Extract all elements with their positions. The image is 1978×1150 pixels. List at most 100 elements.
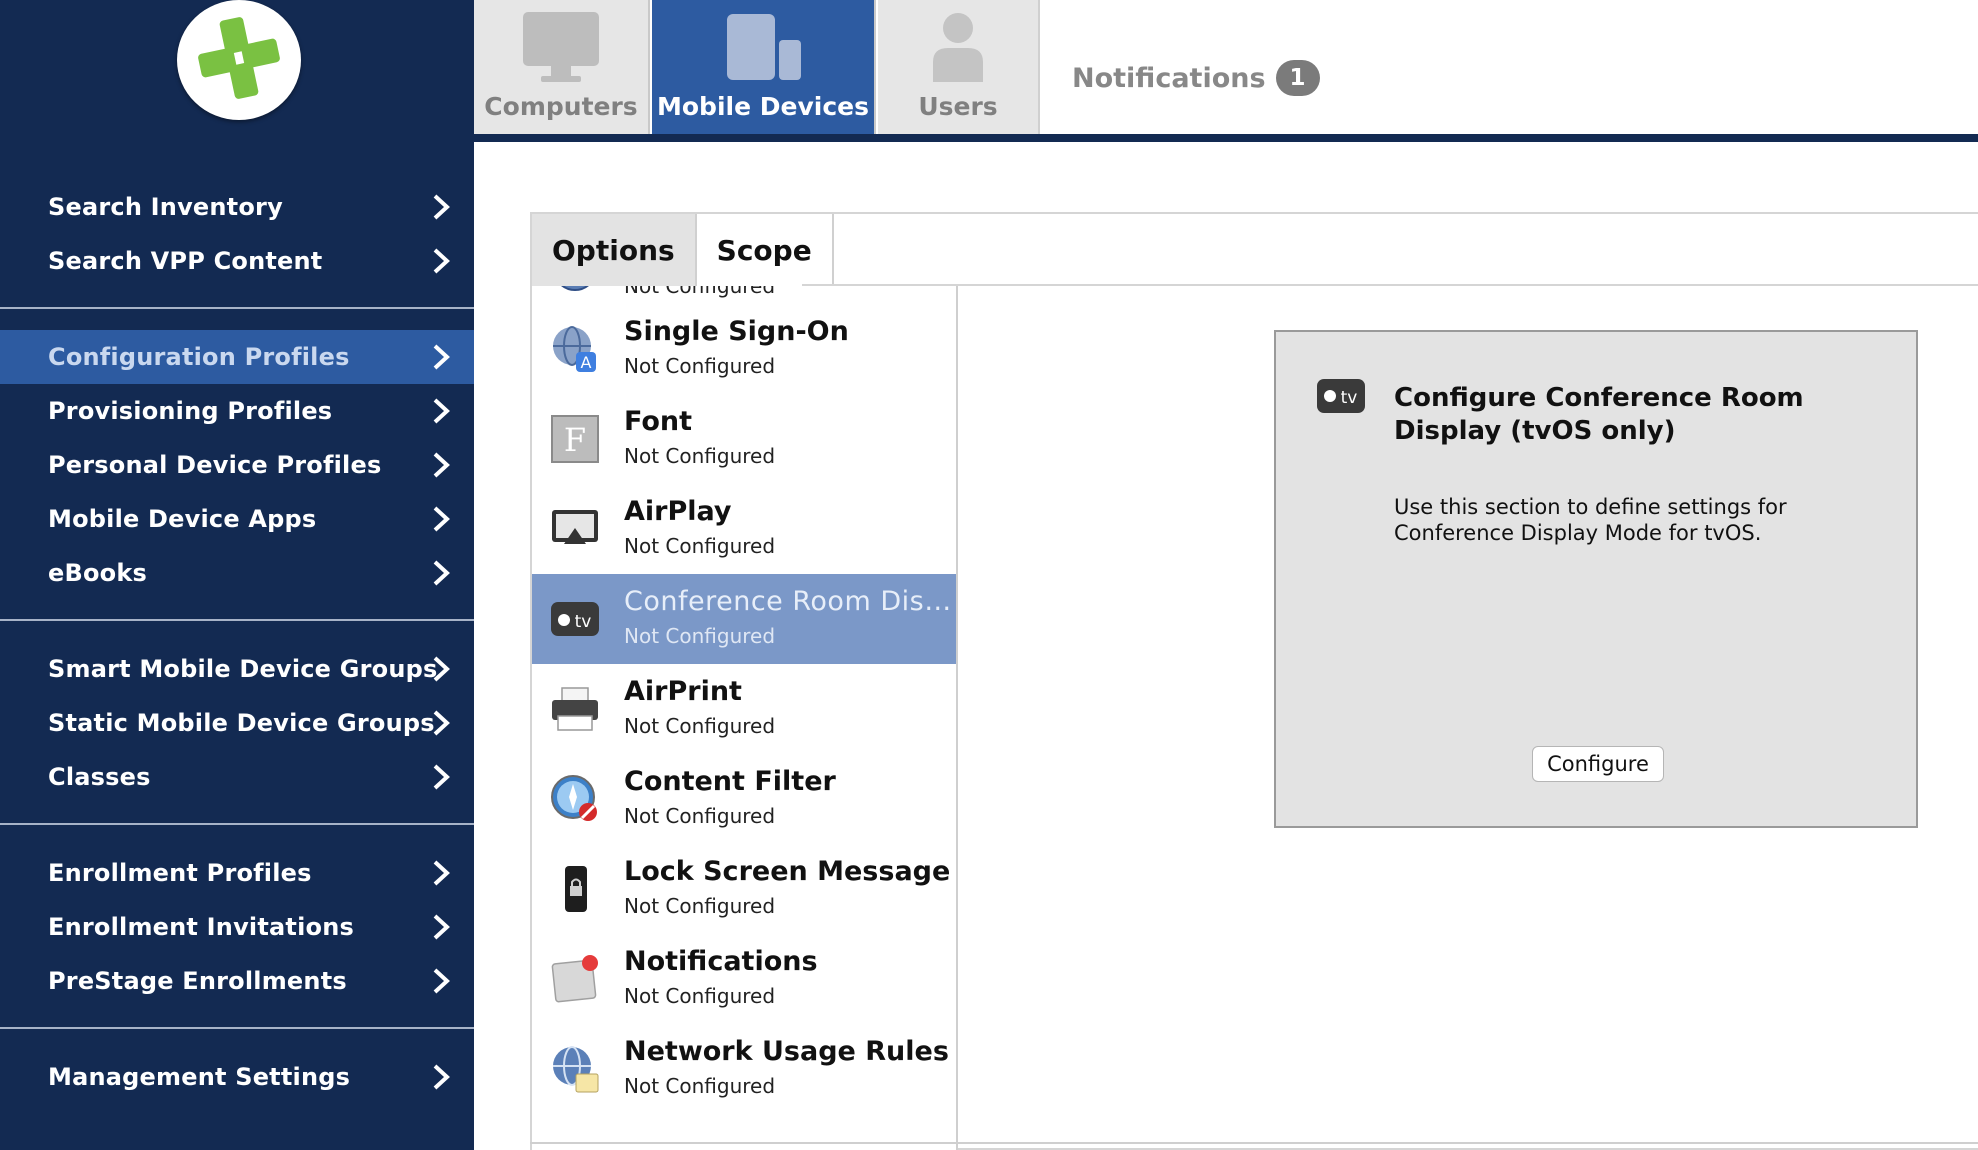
sidebar-item-search-inventory[interactable]: Search Inventory bbox=[0, 180, 474, 234]
panel-bottom-border bbox=[530, 1142, 1978, 1144]
sidebar-item-management-settings[interactable]: Management Settings bbox=[0, 1050, 474, 1104]
tab-options[interactable]: Options bbox=[532, 214, 697, 286]
payload-title: AirPlay bbox=[624, 496, 732, 527]
sidebar-item-search-vpp-content[interactable]: Search VPP Content bbox=[0, 234, 474, 288]
chevron-right-icon bbox=[433, 1064, 450, 1090]
payload-title: AirPrint bbox=[624, 676, 742, 707]
chevron-right-icon bbox=[433, 506, 450, 532]
mobile-devices-icon bbox=[727, 14, 801, 80]
top-navigation: Computers Mobile Devices Users Notificat… bbox=[474, 0, 1978, 142]
sidebar-item-ebooks[interactable]: eBooks bbox=[0, 546, 474, 600]
chevron-right-icon bbox=[433, 860, 450, 886]
sidebar-item-provisioning-profiles[interactable]: Provisioning Profiles bbox=[0, 384, 474, 438]
list-item[interactable]: Lock Screen Message Not Configured bbox=[532, 844, 956, 934]
payload-title: Lock Screen Message bbox=[624, 856, 951, 887]
sidebar-item-label: Personal Device Profiles bbox=[48, 451, 382, 479]
jamf-logo[interactable] bbox=[177, 0, 301, 120]
tab-computers[interactable]: Computers bbox=[474, 0, 650, 134]
tab-scope[interactable]: Scope bbox=[696, 214, 834, 286]
sidebar-item-enrollment-profiles[interactable]: Enrollment Profiles bbox=[0, 846, 474, 900]
payload-title: Content Filter bbox=[624, 766, 836, 797]
payload-status: Not Configured bbox=[624, 894, 776, 918]
sidebar-item-label: Smart Mobile Device Groups bbox=[48, 655, 438, 683]
list-item[interactable]: Notifications Not Configured bbox=[532, 934, 956, 1024]
user-icon bbox=[933, 13, 983, 82]
sidebar-item-enrollment-invitations[interactable]: Enrollment Invitations bbox=[0, 900, 474, 954]
sidebar-item-label: eBooks bbox=[48, 559, 147, 587]
sidebar-item-label: Enrollment Invitations bbox=[48, 913, 354, 941]
profile-editor-panel: Options Scope Not Configured A Single Si… bbox=[530, 212, 1978, 1150]
tab-label: Computers bbox=[484, 92, 638, 121]
sidebar-item-prestage-enrollments[interactable]: PreStage Enrollments bbox=[0, 954, 474, 1008]
chevron-right-icon bbox=[433, 248, 450, 274]
top-navigation-underline bbox=[474, 134, 1978, 142]
list-item[interactable]: AirPlay Not Configured bbox=[532, 484, 956, 574]
payload-list[interactable]: Not Configured A Single Sign-On Not Conf… bbox=[532, 286, 958, 1150]
configure-button[interactable]: Configure bbox=[1532, 746, 1664, 782]
single-sign-on-icon: A bbox=[553, 326, 596, 372]
payload-title: Font bbox=[624, 406, 693, 437]
notifications-label: Notifications bbox=[1072, 62, 1266, 94]
list-item[interactable]: AirPrint Not Configured bbox=[532, 664, 956, 754]
tab-users[interactable]: Users bbox=[878, 0, 1040, 134]
payload-title: Network Usage Rules bbox=[624, 1036, 949, 1067]
configure-panel-title: Configure Conference Room Display (tvOS … bbox=[1394, 383, 1804, 446]
sidebar-item-label: Management Settings bbox=[48, 1063, 351, 1091]
nav-divider bbox=[0, 823, 474, 825]
sidebar-item-label: Mobile Device Apps bbox=[48, 505, 317, 533]
font-icon: F bbox=[551, 415, 599, 463]
svg-text:tv: tv bbox=[1341, 388, 1358, 408]
nav-divider bbox=[0, 1027, 474, 1029]
jamf-logo-icon bbox=[198, 17, 280, 99]
payload-status: Not Configured bbox=[624, 984, 776, 1008]
sidebar-item-classes[interactable]: Classes bbox=[0, 750, 474, 804]
apple-tv-icon: tv bbox=[1317, 379, 1365, 413]
sidebar-item-label: PreStage Enrollments bbox=[48, 967, 347, 995]
sidebar-item-configuration-profiles[interactable]: Configuration Profiles bbox=[0, 330, 474, 384]
apple-tv-icon: tv bbox=[551, 602, 599, 636]
subtabs-divider bbox=[802, 284, 1978, 286]
airplay-icon bbox=[552, 510, 598, 544]
printer-icon bbox=[552, 687, 598, 731]
list-item[interactable]: A Single Sign-On Not Configured bbox=[532, 304, 956, 394]
sidebar-item-static-mobile-device-groups[interactable]: Static Mobile Device Groups bbox=[0, 696, 474, 750]
list-item[interactable]: Network Usage Rules Not Configured bbox=[532, 1024, 956, 1114]
sidebar-item-label: Classes bbox=[48, 763, 151, 791]
tab-label: Users bbox=[918, 92, 998, 121]
sidebar-item-label: Search Inventory bbox=[48, 193, 283, 221]
nav-group-groups: Smart Mobile Device Groups Static Mobile… bbox=[0, 642, 474, 804]
sidebar: Search Inventory Search VPP Content Conf… bbox=[0, 0, 474, 1150]
list-item[interactable]: Content Filter Not Configured bbox=[532, 754, 956, 844]
svg-text:F: F bbox=[564, 421, 586, 459]
sidebar-item-personal-device-profiles[interactable]: Personal Device Profiles bbox=[0, 438, 474, 492]
list-item[interactable]: F Font Not Configured bbox=[532, 394, 956, 484]
list-item-conference-room-display[interactable]: tv Conference Room Dis… Not Configured bbox=[532, 574, 956, 664]
chevron-right-icon bbox=[433, 710, 450, 736]
tab-mobile-devices[interactable]: Mobile Devices bbox=[652, 0, 876, 134]
sidebar-item-mobile-device-apps[interactable]: Mobile Device Apps bbox=[0, 492, 474, 546]
globe-icon bbox=[561, 286, 589, 291]
payload-status: Not Configured bbox=[624, 354, 776, 378]
sidebar-item-label: Static Mobile Device Groups bbox=[48, 709, 435, 737]
nav-group-profiles: Configuration Profiles Provisioning Prof… bbox=[0, 330, 474, 600]
notifications-link[interactable]: Notifications 1 bbox=[1072, 60, 1320, 96]
monitor-icon bbox=[523, 12, 599, 82]
chevron-right-icon bbox=[433, 914, 450, 940]
nav-group-search: Search Inventory Search VPP Content bbox=[0, 180, 474, 288]
sidebar-item-label: Configuration Profiles bbox=[48, 343, 350, 371]
lock-screen-icon bbox=[565, 866, 587, 912]
svg-text:A: A bbox=[581, 353, 592, 372]
sidebar-item-label: Search VPP Content bbox=[48, 247, 323, 275]
payload-title: Single Sign-On bbox=[624, 316, 849, 347]
content-filter-icon bbox=[551, 775, 597, 821]
configure-panel: tv Configure Conference Room Display (tv… bbox=[1274, 330, 1918, 828]
chevron-right-icon bbox=[433, 968, 450, 994]
sidebar-item-smart-mobile-device-groups[interactable]: Smart Mobile Device Groups bbox=[0, 642, 474, 696]
payload-status: Not Configured bbox=[624, 804, 776, 828]
payload-status: Not Configured bbox=[624, 714, 776, 738]
chevron-right-icon bbox=[433, 398, 450, 424]
notifications-count-badge: 1 bbox=[1275, 60, 1320, 96]
payload-status: Not Configured bbox=[624, 624, 776, 648]
subtabs: Options Scope bbox=[532, 214, 834, 286]
chevron-right-icon bbox=[433, 656, 450, 682]
